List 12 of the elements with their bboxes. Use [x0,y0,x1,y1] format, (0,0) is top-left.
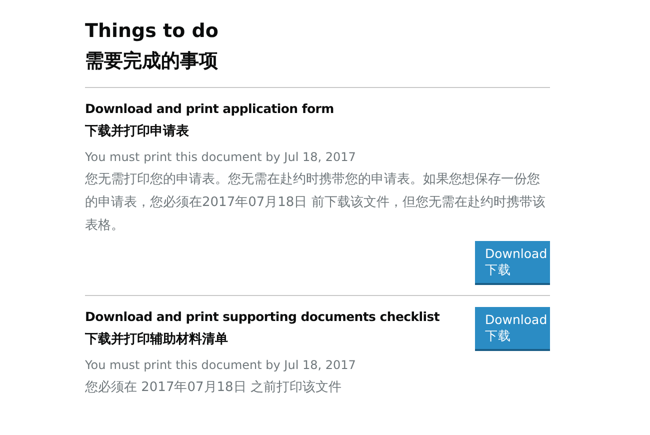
download-button[interactable]: Download 下载 [475,307,550,351]
task-note: 您必须在 2017年07月18日 之前打印该文件 [85,379,342,397]
task-note: 您无需打印您的申请表。您无需在赴约时携带您的申请表。如果您想保存一份您的申请表，您必须在2017年07月18日 前下载该文件，但您无需在赴约时携带该表格。 [85,171,546,235]
deadline-text: You must print this document by Jul 18, 2017 [85,149,357,166]
page-title: Things to do [85,19,220,44]
task-title: Download and print application form [85,100,335,118]
page-subtitle: 需要完成的事项 [85,48,550,88]
task-title: 下载并打印申请表 [85,122,190,141]
download-button[interactable]: Download 下载 [475,241,550,285]
task-title: 下载并打印辅助材料清单 [85,330,229,349]
deadline-text: You must print this document by Jul 18, 2017 [85,357,357,374]
task-title: Download and print supporting documents checklist [85,308,440,326]
